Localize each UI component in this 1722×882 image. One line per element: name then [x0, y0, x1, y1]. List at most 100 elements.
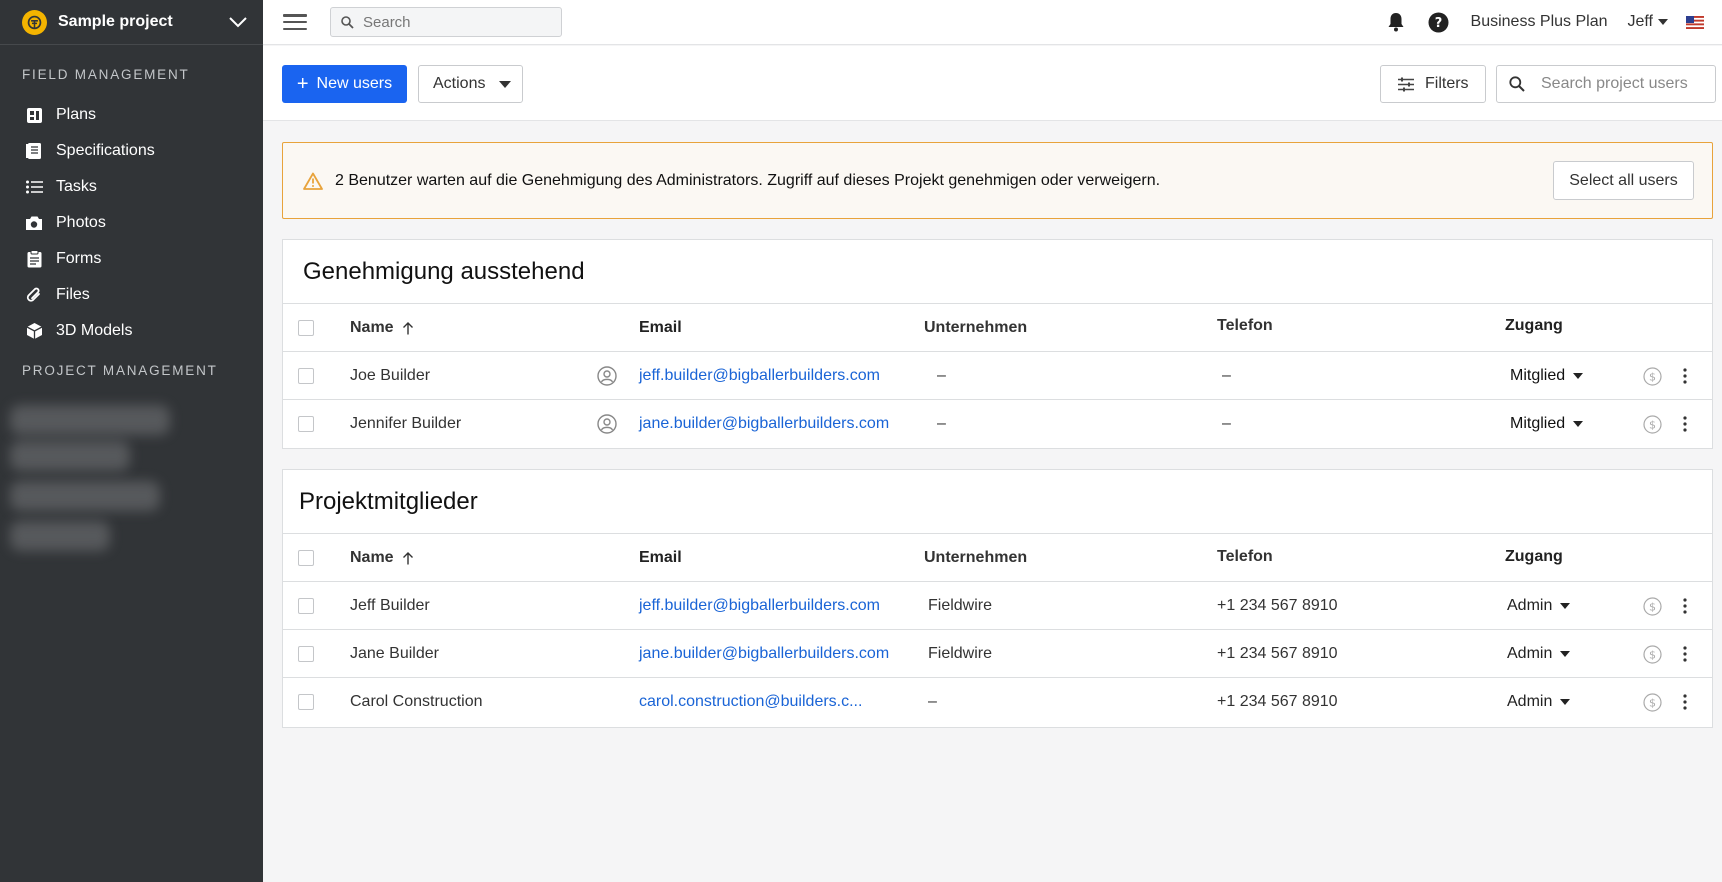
billing-dollar-icon[interactable]: $	[1643, 678, 1662, 726]
paperclip-icon	[24, 285, 44, 305]
plans-icon	[24, 105, 44, 125]
sidebar-item-3d-models[interactable]: 3D Models	[0, 313, 263, 349]
more-options-icon[interactable]	[1683, 352, 1687, 400]
column-header-email: Email	[639, 549, 682, 566]
svg-text:$: $	[1649, 418, 1656, 431]
chevron-down-icon[interactable]	[227, 11, 249, 33]
column-header-name[interactable]: Name	[350, 534, 414, 582]
user-phone: –	[1222, 367, 1231, 384]
user-phone: +1 234 567 8910	[1217, 645, 1338, 662]
caret-down-icon	[1560, 699, 1571, 705]
user-company: –	[928, 693, 937, 710]
user-menu[interactable]: Jeff	[1628, 13, 1668, 31]
access-value: Admin	[1507, 597, 1553, 614]
hamburger-menu-icon[interactable]	[283, 12, 307, 32]
sidebar-item-tasks[interactable]: Tasks	[0, 169, 263, 205]
user-phone: +1 234 567 8910	[1217, 693, 1338, 710]
row-checkbox[interactable]	[298, 352, 314, 400]
sidebar-item-label: Specifications	[56, 142, 155, 159]
sidebar-item-plans[interactable]: Plans	[0, 97, 263, 133]
global-search-input[interactable]: Search	[330, 7, 562, 37]
caret-down-icon	[1560, 603, 1571, 609]
column-header-name-label: Name	[350, 549, 394, 566]
more-options-icon[interactable]	[1683, 582, 1687, 630]
filters-label: Filters	[1425, 75, 1469, 92]
plus-icon: +	[296, 73, 309, 95]
search-project-users-placeholder: Search project users	[1541, 75, 1688, 92]
users-toolbar: + New users Actions Filters Search proje…	[263, 46, 1722, 121]
more-options-icon[interactable]	[1683, 400, 1687, 448]
access-value: Mitglied	[1510, 415, 1566, 432]
sidebar-item-files[interactable]: Files	[0, 277, 263, 313]
select-all-users-button[interactable]: Select all users	[1553, 161, 1694, 200]
billing-dollar-icon[interactable]: $	[1643, 352, 1662, 400]
help-icon[interactable]: ?	[1428, 11, 1450, 33]
sidebar-item-label: Files	[56, 286, 90, 303]
sort-ascending-icon	[402, 321, 414, 335]
tasks-icon	[24, 177, 44, 197]
svg-text:$: $	[1649, 370, 1656, 383]
svg-text:?: ?	[1435, 16, 1443, 31]
user-avatar-icon	[597, 352, 617, 400]
fieldwire-logo-icon	[22, 9, 47, 35]
filters-button[interactable]: Filters	[1380, 65, 1486, 103]
table-row: Joe Builder jeff.builder@bigballerbuilde…	[283, 352, 1712, 400]
user-email-link[interactable]: carol.construction@builders.c...	[639, 678, 862, 726]
project-switcher[interactable]: Sample project	[0, 0, 263, 45]
user-phone: +1 234 567 8910	[1217, 597, 1338, 614]
access-dropdown[interactable]: Mitglied	[1510, 352, 1584, 400]
sidebar-item-label: Forms	[56, 250, 102, 267]
user-email-link[interactable]: jeff.builder@bigballerbuilders.com	[639, 352, 880, 400]
top-bar: Search ? Business Plus Plan Jeff	[263, 0, 1722, 45]
more-options-icon[interactable]	[1683, 678, 1687, 726]
user-email-link[interactable]: jane.builder@bigballerbuilders.com	[639, 400, 889, 448]
sidebar-item-label: Tasks	[56, 178, 97, 195]
column-header-name[interactable]: Name	[350, 304, 414, 352]
billing-dollar-icon[interactable]: $	[1643, 400, 1662, 448]
section-field-management: FIELD MANAGEMENT	[22, 67, 190, 82]
row-checkbox[interactable]	[298, 582, 314, 630]
search-project-users-input[interactable]: Search project users	[1496, 65, 1716, 103]
row-checkbox[interactable]	[298, 400, 314, 448]
column-header-access: Zugang	[1505, 548, 1563, 565]
select-all-checkbox[interactable]	[298, 534, 314, 582]
table-header-row: Name Email Unternehmen Telefon Zugang	[283, 304, 1712, 352]
access-value: Admin	[1507, 645, 1553, 662]
table-row: Jane Builder jane.builder@bigballerbuild…	[283, 630, 1712, 678]
row-checkbox[interactable]	[298, 630, 314, 678]
row-checkbox[interactable]	[298, 678, 314, 726]
billing-dollar-icon[interactable]: $	[1643, 630, 1662, 678]
access-dropdown[interactable]: Admin	[1507, 678, 1571, 726]
svg-text:$: $	[1649, 600, 1656, 613]
table-row: Carol Construction carol.construction@bu…	[283, 678, 1712, 726]
pending-approval-table: Genehmigung ausstehend Name Email Untern…	[282, 239, 1713, 449]
select-all-checkbox[interactable]	[298, 304, 314, 352]
access-dropdown[interactable]: Admin	[1507, 630, 1571, 678]
user-email-link[interactable]: jeff.builder@bigballerbuilders.com	[639, 582, 880, 630]
user-name: Jennifer Builder	[350, 415, 462, 432]
blurred-menu-items	[10, 397, 178, 561]
section-project-management: PROJECT MANAGEMENT	[22, 363, 218, 378]
us-flag-icon[interactable]	[1686, 15, 1704, 29]
sidebar-item-forms[interactable]: Forms	[0, 241, 263, 277]
column-header-company: Unternehmen	[924, 549, 1028, 566]
plan-label[interactable]: Business Plus Plan	[1471, 13, 1608, 31]
more-options-icon[interactable]	[1683, 630, 1687, 678]
actions-dropdown[interactable]: Actions	[418, 65, 523, 103]
user-company: –	[937, 415, 946, 432]
access-dropdown[interactable]: Admin	[1507, 582, 1571, 630]
svg-text:$: $	[1649, 696, 1656, 709]
bell-icon[interactable]	[1385, 11, 1407, 33]
column-header-access: Zugang	[1505, 317, 1563, 334]
pending-approval-title: Genehmigung ausstehend	[283, 240, 1712, 304]
sliders-icon	[1398, 77, 1414, 91]
sidebar-item-photos[interactable]: Photos	[0, 205, 263, 241]
specifications-icon	[24, 141, 44, 161]
user-email-link[interactable]: jane.builder@bigballerbuilders.com	[639, 630, 889, 678]
billing-dollar-icon[interactable]: $	[1643, 582, 1662, 630]
user-name: Carol Construction	[350, 693, 483, 710]
sidebar-item-specifications[interactable]: Specifications	[0, 133, 263, 169]
user-name: Jane Builder	[350, 645, 439, 662]
access-dropdown[interactable]: Mitglied	[1510, 400, 1584, 448]
new-users-button[interactable]: + New users	[282, 65, 407, 103]
